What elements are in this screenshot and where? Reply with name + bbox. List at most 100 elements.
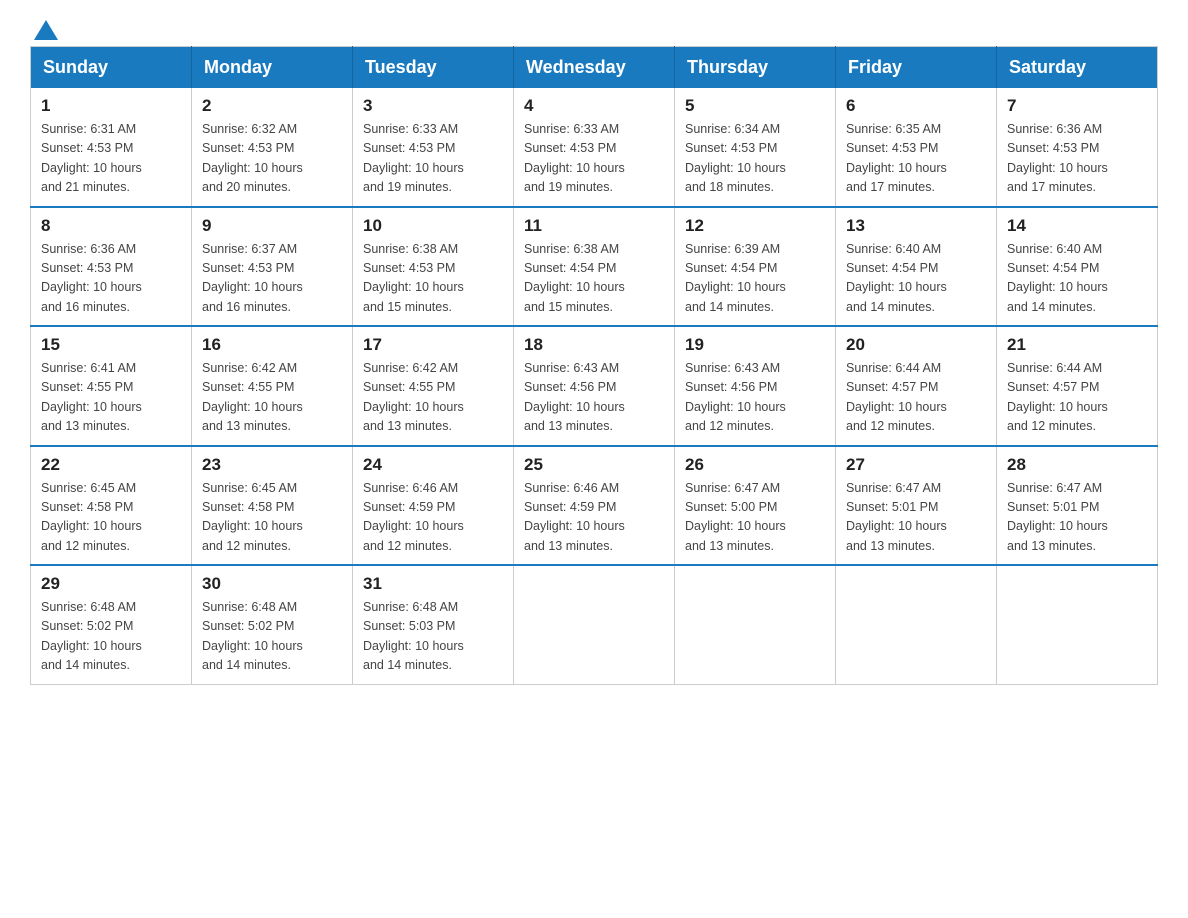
logo [30,20,62,36]
calendar-cell [836,565,997,684]
logo-triangle-icon [34,20,58,40]
header-friday: Friday [836,47,997,89]
calendar-cell [514,565,675,684]
day-info: Sunrise: 6:41 AM Sunset: 4:55 PM Dayligh… [41,359,181,437]
day-number: 10 [363,216,503,236]
day-number: 9 [202,216,342,236]
day-info: Sunrise: 6:40 AM Sunset: 4:54 PM Dayligh… [1007,240,1147,318]
day-number: 18 [524,335,664,355]
day-info: Sunrise: 6:45 AM Sunset: 4:58 PM Dayligh… [41,479,181,557]
page-header [30,20,1158,36]
day-info: Sunrise: 6:47 AM Sunset: 5:01 PM Dayligh… [846,479,986,557]
calendar-cell: 13 Sunrise: 6:40 AM Sunset: 4:54 PM Dayl… [836,207,997,327]
calendar-table: SundayMondayTuesdayWednesdayThursdayFrid… [30,46,1158,685]
calendar-week-row: 29 Sunrise: 6:48 AM Sunset: 5:02 PM Dayl… [31,565,1158,684]
day-number: 4 [524,96,664,116]
day-info: Sunrise: 6:48 AM Sunset: 5:02 PM Dayligh… [202,598,342,676]
day-info: Sunrise: 6:38 AM Sunset: 4:54 PM Dayligh… [524,240,664,318]
day-number: 26 [685,455,825,475]
calendar-cell: 22 Sunrise: 6:45 AM Sunset: 4:58 PM Dayl… [31,446,192,566]
day-number: 7 [1007,96,1147,116]
header-thursday: Thursday [675,47,836,89]
calendar-cell: 15 Sunrise: 6:41 AM Sunset: 4:55 PM Dayl… [31,326,192,446]
day-info: Sunrise: 6:48 AM Sunset: 5:02 PM Dayligh… [41,598,181,676]
calendar-cell: 26 Sunrise: 6:47 AM Sunset: 5:00 PM Dayl… [675,446,836,566]
calendar-cell [997,565,1158,684]
header-wednesday: Wednesday [514,47,675,89]
calendar-cell: 7 Sunrise: 6:36 AM Sunset: 4:53 PM Dayli… [997,88,1158,207]
day-number: 13 [846,216,986,236]
day-number: 16 [202,335,342,355]
day-number: 25 [524,455,664,475]
day-info: Sunrise: 6:34 AM Sunset: 4:53 PM Dayligh… [685,120,825,198]
day-number: 20 [846,335,986,355]
calendar-cell: 4 Sunrise: 6:33 AM Sunset: 4:53 PM Dayli… [514,88,675,207]
day-number: 3 [363,96,503,116]
day-number: 19 [685,335,825,355]
day-info: Sunrise: 6:35 AM Sunset: 4:53 PM Dayligh… [846,120,986,198]
calendar-cell: 21 Sunrise: 6:44 AM Sunset: 4:57 PM Dayl… [997,326,1158,446]
calendar-cell: 29 Sunrise: 6:48 AM Sunset: 5:02 PM Dayl… [31,565,192,684]
calendar-cell: 19 Sunrise: 6:43 AM Sunset: 4:56 PM Dayl… [675,326,836,446]
calendar-cell: 30 Sunrise: 6:48 AM Sunset: 5:02 PM Dayl… [192,565,353,684]
calendar-cell: 31 Sunrise: 6:48 AM Sunset: 5:03 PM Dayl… [353,565,514,684]
day-number: 23 [202,455,342,475]
calendar-cell: 9 Sunrise: 6:37 AM Sunset: 4:53 PM Dayli… [192,207,353,327]
day-number: 6 [846,96,986,116]
calendar-cell: 17 Sunrise: 6:42 AM Sunset: 4:55 PM Dayl… [353,326,514,446]
day-number: 31 [363,574,503,594]
header-monday: Monday [192,47,353,89]
day-number: 11 [524,216,664,236]
day-info: Sunrise: 6:47 AM Sunset: 5:00 PM Dayligh… [685,479,825,557]
day-number: 28 [1007,455,1147,475]
day-number: 14 [1007,216,1147,236]
calendar-cell: 5 Sunrise: 6:34 AM Sunset: 4:53 PM Dayli… [675,88,836,207]
day-number: 17 [363,335,503,355]
calendar-cell: 18 Sunrise: 6:43 AM Sunset: 4:56 PM Dayl… [514,326,675,446]
day-info: Sunrise: 6:43 AM Sunset: 4:56 PM Dayligh… [685,359,825,437]
calendar-cell: 16 Sunrise: 6:42 AM Sunset: 4:55 PM Dayl… [192,326,353,446]
calendar-cell: 25 Sunrise: 6:46 AM Sunset: 4:59 PM Dayl… [514,446,675,566]
day-info: Sunrise: 6:31 AM Sunset: 4:53 PM Dayligh… [41,120,181,198]
day-number: 1 [41,96,181,116]
calendar-cell: 14 Sunrise: 6:40 AM Sunset: 4:54 PM Dayl… [997,207,1158,327]
day-info: Sunrise: 6:32 AM Sunset: 4:53 PM Dayligh… [202,120,342,198]
header-saturday: Saturday [997,47,1158,89]
day-info: Sunrise: 6:39 AM Sunset: 4:54 PM Dayligh… [685,240,825,318]
calendar-cell [675,565,836,684]
day-info: Sunrise: 6:38 AM Sunset: 4:53 PM Dayligh… [363,240,503,318]
calendar-cell: 11 Sunrise: 6:38 AM Sunset: 4:54 PM Dayl… [514,207,675,327]
day-info: Sunrise: 6:46 AM Sunset: 4:59 PM Dayligh… [363,479,503,557]
calendar-cell: 6 Sunrise: 6:35 AM Sunset: 4:53 PM Dayli… [836,88,997,207]
calendar-cell: 24 Sunrise: 6:46 AM Sunset: 4:59 PM Dayl… [353,446,514,566]
calendar-cell: 23 Sunrise: 6:45 AM Sunset: 4:58 PM Dayl… [192,446,353,566]
day-number: 12 [685,216,825,236]
day-info: Sunrise: 6:40 AM Sunset: 4:54 PM Dayligh… [846,240,986,318]
day-number: 27 [846,455,986,475]
day-number: 5 [685,96,825,116]
day-info: Sunrise: 6:46 AM Sunset: 4:59 PM Dayligh… [524,479,664,557]
calendar-week-row: 22 Sunrise: 6:45 AM Sunset: 4:58 PM Dayl… [31,446,1158,566]
header-tuesday: Tuesday [353,47,514,89]
day-info: Sunrise: 6:44 AM Sunset: 4:57 PM Dayligh… [1007,359,1147,437]
day-info: Sunrise: 6:37 AM Sunset: 4:53 PM Dayligh… [202,240,342,318]
day-number: 29 [41,574,181,594]
day-info: Sunrise: 6:36 AM Sunset: 4:53 PM Dayligh… [41,240,181,318]
day-number: 22 [41,455,181,475]
calendar-cell: 10 Sunrise: 6:38 AM Sunset: 4:53 PM Dayl… [353,207,514,327]
header-sunday: Sunday [31,47,192,89]
calendar-cell: 1 Sunrise: 6:31 AM Sunset: 4:53 PM Dayli… [31,88,192,207]
day-info: Sunrise: 6:33 AM Sunset: 4:53 PM Dayligh… [524,120,664,198]
calendar-cell: 12 Sunrise: 6:39 AM Sunset: 4:54 PM Dayl… [675,207,836,327]
calendar-week-row: 15 Sunrise: 6:41 AM Sunset: 4:55 PM Dayl… [31,326,1158,446]
day-number: 30 [202,574,342,594]
day-number: 15 [41,335,181,355]
calendar-week-row: 8 Sunrise: 6:36 AM Sunset: 4:53 PM Dayli… [31,207,1158,327]
day-number: 2 [202,96,342,116]
day-number: 21 [1007,335,1147,355]
day-info: Sunrise: 6:36 AM Sunset: 4:53 PM Dayligh… [1007,120,1147,198]
day-number: 8 [41,216,181,236]
day-info: Sunrise: 6:45 AM Sunset: 4:58 PM Dayligh… [202,479,342,557]
calendar-cell: 27 Sunrise: 6:47 AM Sunset: 5:01 PM Dayl… [836,446,997,566]
logo-icon [34,20,58,40]
